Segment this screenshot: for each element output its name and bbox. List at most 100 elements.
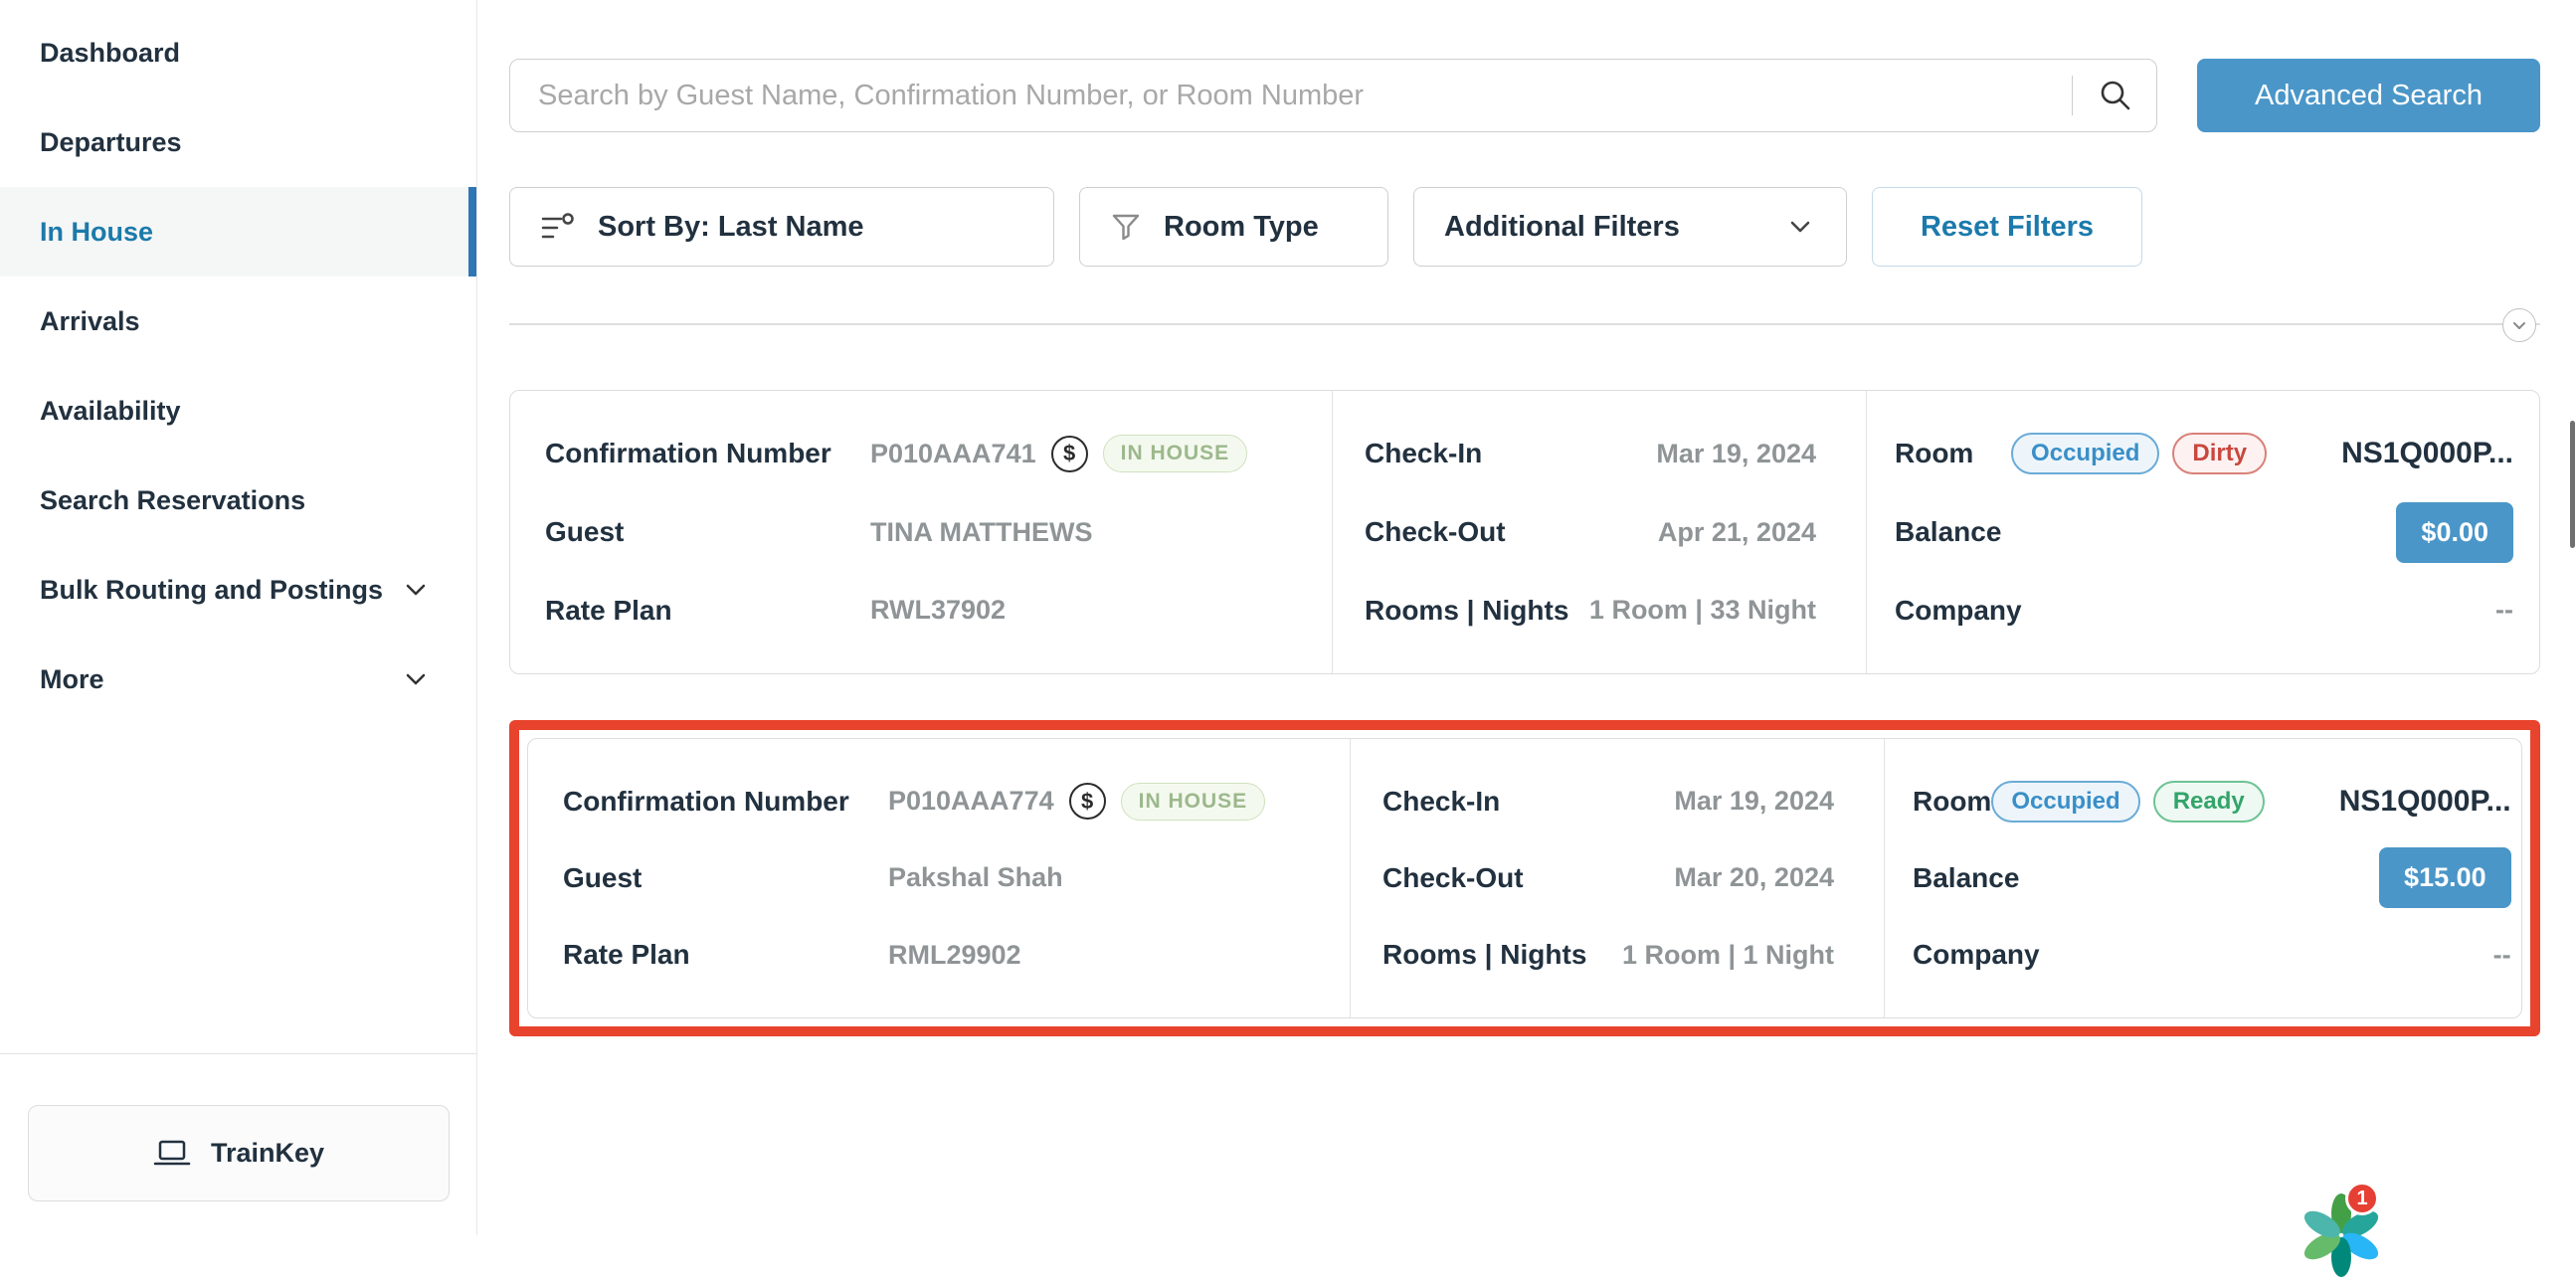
sidebar-footer: TrainKey (0, 1053, 476, 1201)
chevron-down-icon (401, 575, 431, 605)
sidebar-item-departures[interactable]: Departures (0, 97, 476, 187)
housekeeping-status-pill: Ready (2153, 781, 2265, 823)
room-label: Room (1913, 786, 1991, 818)
reservation-card-1[interactable]: Confirmation Number P010AAA741 $ IN HOUS… (509, 390, 2540, 674)
dollar-icon[interactable]: $ (1051, 436, 1088, 472)
confirmation-row: Confirmation Number P010AAA774 $ IN HOUS… (528, 763, 1350, 839)
room-row: Room Occupied Dirty NS1Q000P... (1867, 415, 2539, 493)
card-dates-column: Check-In Mar 19, 2024 Check-Out Mar 20, … (1350, 739, 1884, 1017)
sidebar-item-label: Departures (40, 127, 182, 158)
company-label: Company (1913, 939, 2040, 971)
balance-label: Balance (1913, 862, 2019, 894)
notification-badge: 1 (2345, 1182, 2379, 1215)
check-out-row: Check-Out Apr 21, 2024 (1333, 493, 1866, 572)
status-badge: IN HOUSE (1103, 435, 1248, 472)
check-in-row: Check-In Mar 19, 2024 (1333, 415, 1866, 493)
rooms-nights-value: 1 Room | 1 Night (1622, 940, 1834, 971)
sidebar-item-label: In House (40, 217, 153, 248)
company-value: -- (2495, 595, 2513, 626)
search-row: Advanced Search (509, 59, 2540, 132)
reset-filters-button[interactable]: Reset Filters (1872, 187, 2142, 267)
balance-row: Balance $15.00 (1885, 839, 2537, 916)
search-icon[interactable] (2097, 77, 2134, 114)
status-badge: IN HOUSE (1121, 783, 1266, 821)
dollar-icon[interactable]: $ (1069, 783, 1106, 820)
trainkey-button[interactable]: TrainKey (28, 1105, 450, 1201)
sidebar-item-search-reservations[interactable]: Search Reservations (0, 456, 476, 545)
balance-button[interactable]: $15.00 (2379, 847, 2511, 908)
check-out-label: Check-Out (1382, 862, 1524, 894)
check-out-row: Check-Out Mar 20, 2024 (1351, 839, 1884, 916)
room-label: Room (1895, 438, 1973, 469)
rate-plan-row: Rate Plan RML29902 (528, 917, 1350, 994)
room-type-button[interactable]: Room Type (1079, 187, 1388, 267)
funnel-icon (1110, 211, 1142, 243)
rate-plan-value: RWL37902 (870, 595, 1006, 626)
section-divider (509, 323, 2540, 325)
room-status-group: Occupied Ready NS1Q000P... (1991, 781, 2510, 823)
rooms-nights-row: Rooms | Nights 1 Room | 1 Night (1351, 917, 1884, 994)
balance-button[interactable]: $0.00 (2396, 502, 2513, 563)
sidebar-divider (0, 1053, 476, 1054)
scrollbar-thumb[interactable] (2570, 421, 2575, 548)
sidebar-item-in-house[interactable]: In House (0, 187, 476, 276)
check-in-label: Check-In (1365, 438, 1482, 469)
sidebar-item-label: More (40, 664, 104, 695)
rooms-nights-value: 1 Room | 33 Night (1589, 595, 1816, 626)
highlighted-card-outline: Confirmation Number P010AAA774 $ IN HOUS… (509, 720, 2540, 1036)
sidebar-item-more[interactable]: More (0, 635, 476, 724)
balance-label: Balance (1895, 516, 2001, 548)
chat-widget[interactable]: 1 (2296, 1190, 2415, 1249)
search-divider (2072, 76, 2074, 115)
room-type-label: Room Type (1164, 211, 1319, 244)
company-row: Company -- (1885, 917, 2537, 994)
company-row: Company -- (1867, 571, 2539, 649)
room-number: NS1Q000P... (2341, 437, 2513, 470)
check-out-date: Apr 21, 2024 (1658, 517, 1816, 548)
confirmation-value-group: P010AAA741 $ IN HOUSE (870, 435, 1247, 472)
dollar-glyph: $ (1063, 441, 1075, 466)
sidebar-item-label: Search Reservations (40, 485, 305, 516)
collapse-toggle[interactable] (2502, 308, 2536, 342)
rooms-nights-row: Rooms | Nights 1 Room | 33 Night (1333, 571, 1866, 649)
check-in-label: Check-In (1382, 786, 1500, 818)
rooms-nights-label: Rooms | Nights (1365, 595, 1568, 627)
room-status-group: Occupied Dirty NS1Q000P... (2011, 433, 2513, 474)
confirmation-number: P010AAA741 (870, 439, 1036, 469)
check-out-label: Check-Out (1365, 516, 1506, 548)
occupied-status-pill: Occupied (2011, 433, 2159, 474)
chevron-down-icon (1784, 211, 1816, 243)
laptop-icon (153, 1138, 191, 1170)
sidebar-item-label: Arrivals (40, 306, 140, 337)
sidebar-item-label: Dashboard (40, 38, 180, 69)
rate-plan-value: RML29902 (888, 940, 1021, 971)
advanced-search-button[interactable]: Advanced Search (2197, 59, 2540, 132)
guest-label: Guest (563, 862, 888, 894)
sort-by-button[interactable]: Sort By: Last Name (509, 187, 1054, 267)
search-box[interactable] (509, 59, 2157, 132)
room-number: NS1Q000P... (2339, 785, 2511, 819)
filter-row: Sort By: Last Name Room Type Additional … (509, 187, 2540, 267)
guest-row: Guest TINA MATTHEWS (510, 493, 1332, 572)
search-input[interactable] (538, 80, 2062, 112)
guest-name: TINA MATTHEWS (870, 517, 1092, 548)
card-dates-column: Check-In Mar 19, 2024 Check-Out Apr 21, … (1332, 391, 1866, 673)
guest-row: Guest Pakshal Shah (528, 839, 1350, 916)
confirmation-row: Confirmation Number P010AAA741 $ IN HOUS… (510, 415, 1332, 493)
sort-icon (540, 211, 576, 243)
company-value: -- (2493, 940, 2511, 971)
confirmation-value-group: P010AAA774 $ IN HOUSE (888, 783, 1265, 821)
sidebar-item-bulk-routing[interactable]: Bulk Routing and Postings (0, 545, 476, 635)
sidebar-item-arrivals[interactable]: Arrivals (0, 276, 476, 366)
reservation-card-2[interactable]: Confirmation Number P010AAA774 $ IN HOUS… (527, 738, 2522, 1018)
company-label: Company (1895, 595, 2022, 627)
sidebar-nav: Dashboard Departures In House Arrivals A… (0, 0, 476, 724)
guest-name: Pakshal Shah (888, 862, 1063, 893)
card-room-column: Room Occupied Dirty NS1Q000P... Balance … (1866, 391, 2539, 673)
sidebar-item-label: Availability (40, 396, 181, 427)
additional-filters-dropdown[interactable]: Additional Filters (1413, 187, 1847, 267)
sidebar-item-availability[interactable]: Availability (0, 366, 476, 456)
sidebar-item-dashboard[interactable]: Dashboard (0, 8, 476, 97)
main-content: Advanced Search Sort By: Last Name Room … (478, 0, 2576, 1235)
check-in-date: Mar 19, 2024 (1656, 439, 1816, 469)
